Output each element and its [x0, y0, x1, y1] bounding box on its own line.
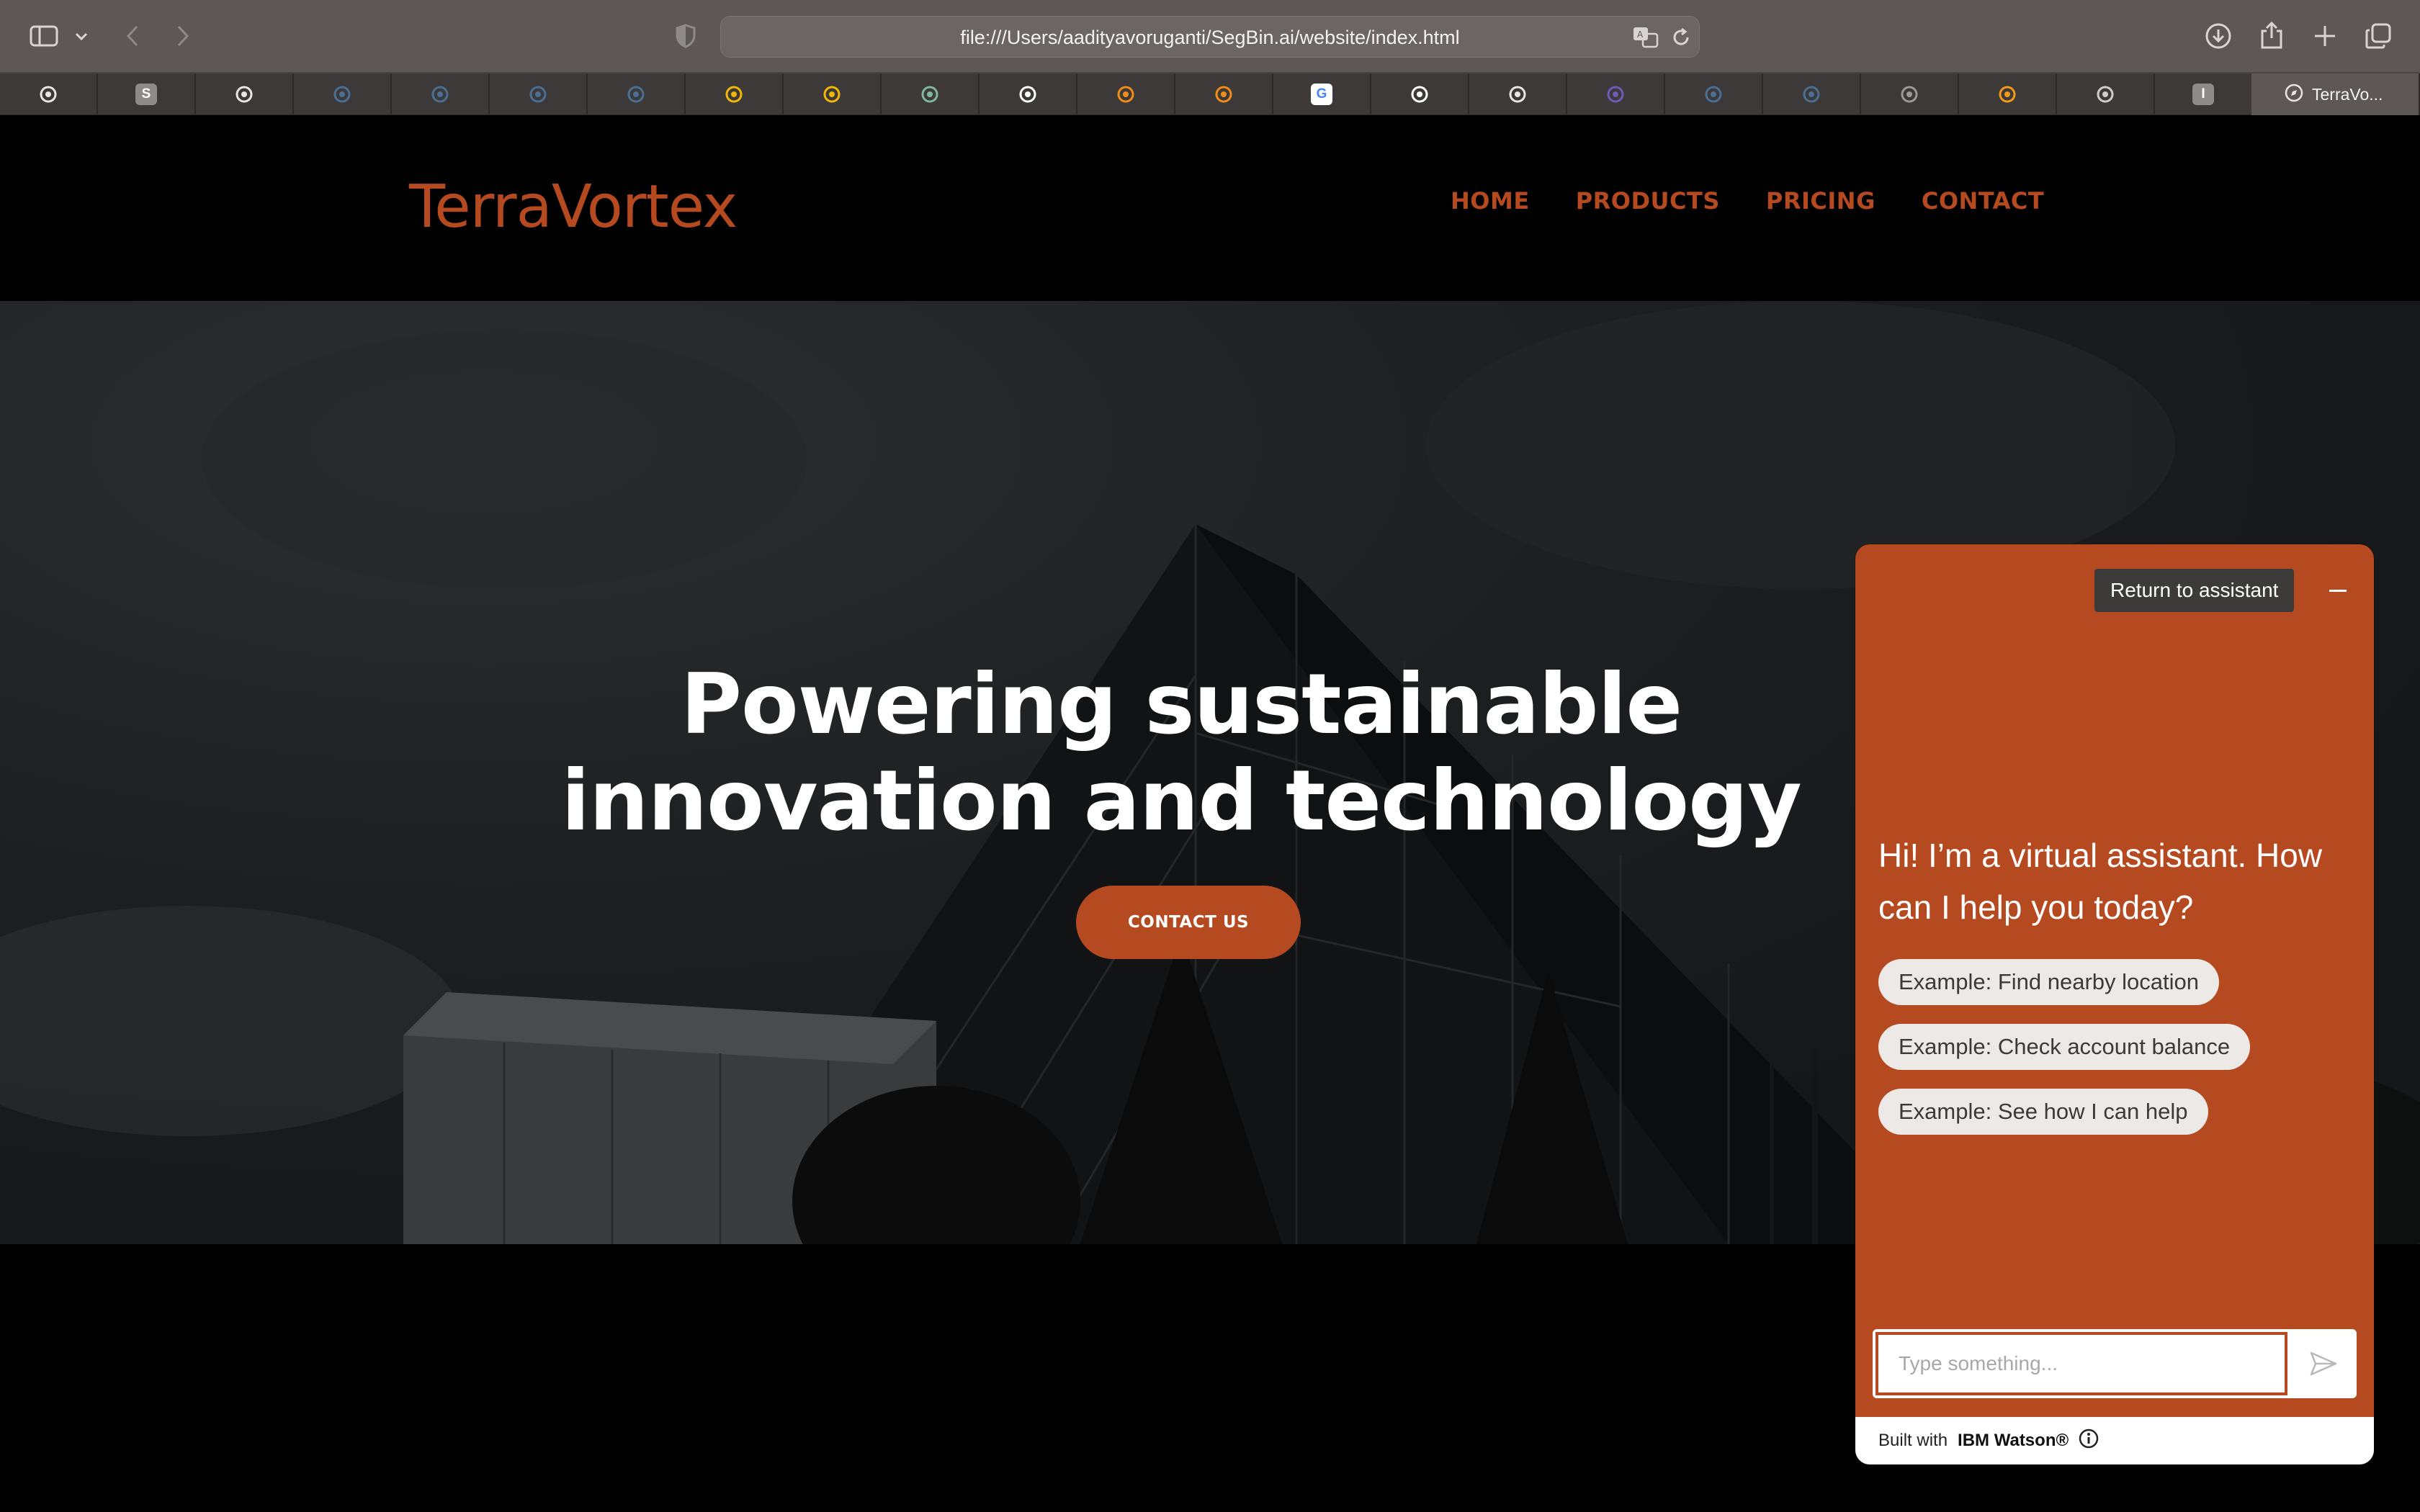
browser-tab[interactable]: [1861, 73, 1959, 115]
info-icon[interactable]: [2079, 1428, 2099, 1454]
tensorflow-icon: [1213, 84, 1234, 105]
google-icon: G: [1311, 84, 1332, 105]
translate-icon[interactable]: A: [1633, 25, 1659, 50]
chat-message-input[interactable]: [1876, 1332, 2287, 1395]
url-text: file:///Users/aadityavoruganti/SegBin.ai…: [960, 27, 1460, 48]
address-bar[interactable]: file:///Users/aadityavoruganti/SegBin.ai…: [720, 16, 1700, 58]
browser-toolbar: file:///Users/aadityavoruganti/SegBin.ai…: [0, 0, 2420, 73]
circle-logo-icon: [1605, 84, 1626, 105]
suggestion-list: Example: Find nearby location Example: C…: [1878, 959, 2251, 1135]
browser-tab[interactable]: [294, 73, 392, 115]
minimize-icon[interactable]: [2318, 570, 2358, 611]
browser-tab[interactable]: [2057, 73, 2155, 115]
chat-widget: Return to assistant Hi! I’m a virtual as…: [1855, 544, 2374, 1464]
sidebar-toggle-icon[interactable]: [26, 22, 62, 50]
tab-overview-icon[interactable]: [2362, 20, 2394, 52]
cloud-icon: [1703, 84, 1724, 105]
suggestion-chip-find-location[interactable]: Example: Find nearby location: [1878, 959, 2220, 1005]
reload-icon[interactable]: [1669, 25, 1693, 50]
nav-contact[interactable]: CONTACT: [1922, 187, 2044, 215]
chat-input-row: [1873, 1329, 2357, 1398]
browser-tab[interactable]: [196, 73, 294, 115]
browser-tab[interactable]: [1077, 73, 1175, 115]
suggestion-chip-see-help[interactable]: Example: See how I can help: [1878, 1089, 2208, 1135]
google-drive-icon: [723, 84, 745, 105]
chat-greeting: Hi! I’m a virtual assistant. How can I h…: [1878, 837, 2323, 926]
contact-us-button[interactable]: CONTACT US: [1076, 886, 1301, 959]
site-header: TerraVortex HOME PRODUCTS PRICING CONTAC…: [0, 115, 2420, 301]
browser-tab[interactable]: [1763, 73, 1861, 115]
github-icon: [1409, 84, 1430, 105]
browser-tab[interactable]: [0, 73, 98, 115]
letter-s-icon: S: [135, 84, 157, 105]
compass-icon: [2285, 84, 2303, 106]
cloud-icon: [429, 84, 451, 105]
browser-tab[interactable]: [1469, 73, 1567, 115]
footer-brand: IBM Watson®: [1958, 1431, 2069, 1450]
bee-icon: [1507, 84, 1528, 105]
bee-icon: [37, 84, 59, 105]
browser-tab[interactable]: [686, 73, 784, 115]
downloads-icon[interactable]: [2202, 20, 2234, 52]
tab-title: TerraVo...: [2312, 84, 2383, 104]
browser-tab[interactable]: I: [2155, 73, 2253, 115]
return-to-assistant-button[interactable]: Return to assistant: [2094, 569, 2295, 612]
tensorflow-icon: [1115, 84, 1137, 105]
browser-tab[interactable]: [980, 73, 1077, 115]
browser-tab[interactable]: S: [98, 73, 196, 115]
browser-tab[interactable]: [1371, 73, 1469, 115]
browser-tab[interactable]: [1959, 73, 2057, 115]
browser-tab[interactable]: [1567, 73, 1665, 115]
privacy-shield-icon[interactable]: [671, 22, 700, 50]
compass-icon: [2094, 84, 2116, 105]
browser-tab[interactable]: [588, 73, 686, 115]
browser-tab[interactable]: [490, 73, 588, 115]
browser-tab[interactable]: [1665, 73, 1763, 115]
letter-i-icon: I: [2192, 84, 2214, 105]
google-drive-icon: [821, 84, 843, 105]
suggestion-chip-check-balance[interactable]: Example: Check account balance: [1878, 1024, 2251, 1070]
cloud-icon: [527, 84, 549, 105]
chevron-down-icon[interactable]: [71, 26, 92, 48]
share-icon[interactable]: [2256, 19, 2287, 52]
cloud-icon: [625, 84, 647, 105]
cloud-icon: [331, 84, 353, 105]
browser-tab[interactable]: [784, 73, 882, 115]
nav-products[interactable]: PRODUCTS: [1576, 187, 1720, 215]
bee-icon: [1899, 84, 1920, 105]
browser-tab[interactable]: G: [1273, 73, 1371, 115]
tab-bar: S G I TerraVo...: [0, 73, 2420, 115]
main-nav: HOME PRODUCTS PRICING CONTACT: [1451, 187, 2044, 215]
nav-pricing[interactable]: PRICING: [1766, 187, 1876, 215]
forward-icon[interactable]: [169, 22, 197, 50]
browser-tab[interactable]: [882, 73, 980, 115]
new-tab-icon[interactable]: [2309, 20, 2341, 52]
bee-icon: [233, 84, 255, 105]
nav-home[interactable]: HOME: [1451, 187, 1530, 215]
site-logo[interactable]: TerraVortex: [409, 173, 738, 241]
chat-footer: Built with IBM Watson®: [1855, 1417, 2374, 1464]
send-icon[interactable]: [2290, 1329, 2357, 1398]
tab-active[interactable]: TerraVo...: [2251, 73, 2420, 115]
browser-tab[interactable]: [1175, 73, 1273, 115]
footer-prefix: Built with: [1878, 1431, 1948, 1450]
openai-icon: [919, 84, 941, 105]
cloud-icon: [1801, 84, 1822, 105]
infinity-icon: [1996, 84, 2018, 105]
back-icon[interactable]: [118, 22, 147, 50]
github-icon: [1017, 84, 1039, 105]
svg-text:A: A: [1637, 30, 1644, 40]
browser-tab[interactable]: [392, 73, 490, 115]
